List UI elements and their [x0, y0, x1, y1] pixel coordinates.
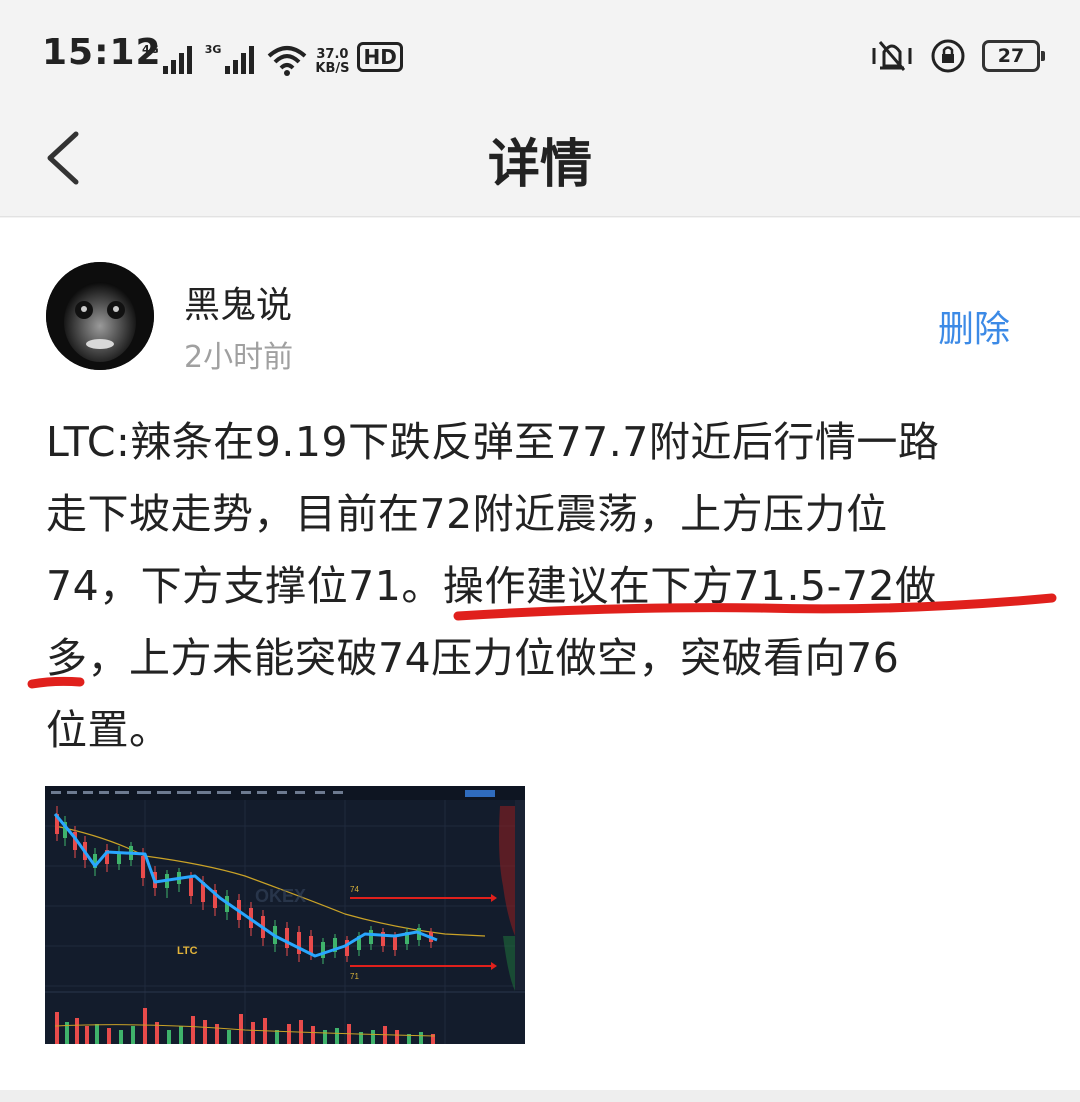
post-body-line: LTC:辣条在9.19下跌反弹至77.7附近后行情一路 — [46, 418, 940, 466]
avatar[interactable] — [46, 262, 154, 370]
post-card: 黑鬼说 2小时前 删除 LTC:辣条在9.19下跌反弹至77.7附近后行情一路 … — [0, 218, 1080, 1090]
post-body-line: 74，下方支撑位71。操作建议在下方71.5-72做 — [46, 562, 937, 610]
post-body: LTC:辣条在9.19下跌反弹至77.7附近后行情一路 走下坡走势，目前在72附… — [46, 406, 1046, 766]
signal-2-icon — [225, 46, 255, 74]
post-body-line: 位置。 — [46, 706, 171, 754]
chart-watermark: OKEX — [255, 886, 306, 906]
page-title: 详情 — [487, 135, 592, 195]
hd-badge: HD — [357, 42, 403, 72]
net-speed-value: 37.0 — [316, 47, 349, 62]
vibrate-icon — [872, 41, 912, 71]
post-time: 2小时前 — [184, 340, 294, 375]
post-body-line: 走下坡走势，目前在72附近震荡，上方压力位 — [46, 490, 888, 538]
bottom-strip — [0, 1090, 1080, 1102]
status-icons-left: 4G 3G 37.0 KB/S HD — [142, 36, 403, 76]
candlestick-chart: 74 71 LTC OKEX — [45, 786, 525, 1044]
author-name[interactable]: 黑鬼说 — [184, 276, 292, 328]
signal-1-label: 4G — [142, 43, 159, 56]
screen: 15:12 4G 3G 37.0 KB/S HD 27 详情 黑鬼说 2小时前 … — [0, 0, 1080, 1102]
status-bar: 15:12 4G 3G 37.0 KB/S HD 27 — [0, 0, 1080, 110]
chart-resistance-label: 74 — [350, 885, 359, 894]
battery-indicator: 27 — [982, 40, 1045, 72]
avatar-image — [46, 262, 154, 370]
net-speed: 37.0 KB/S — [315, 48, 349, 76]
rotation-lock-icon — [931, 39, 965, 73]
post-body-line: 多，上方未能突破74压力位做空，突破看向76 — [46, 634, 900, 682]
status-icons-right: 27 — [870, 34, 1045, 78]
chart-image[interactable]: 74 71 LTC OKEX — [45, 786, 525, 1044]
signal-2-label: 3G — [204, 43, 222, 56]
signal-1-icon — [162, 46, 192, 74]
net-speed-unit: KB/S — [315, 61, 350, 76]
wifi-icon — [268, 46, 307, 76]
chart-symbol-label: LTC — [177, 945, 198, 957]
delete-button[interactable]: 删除 — [938, 300, 1010, 352]
header: 详情 — [0, 110, 1080, 217]
chart-support-label: 71 — [350, 972, 359, 981]
